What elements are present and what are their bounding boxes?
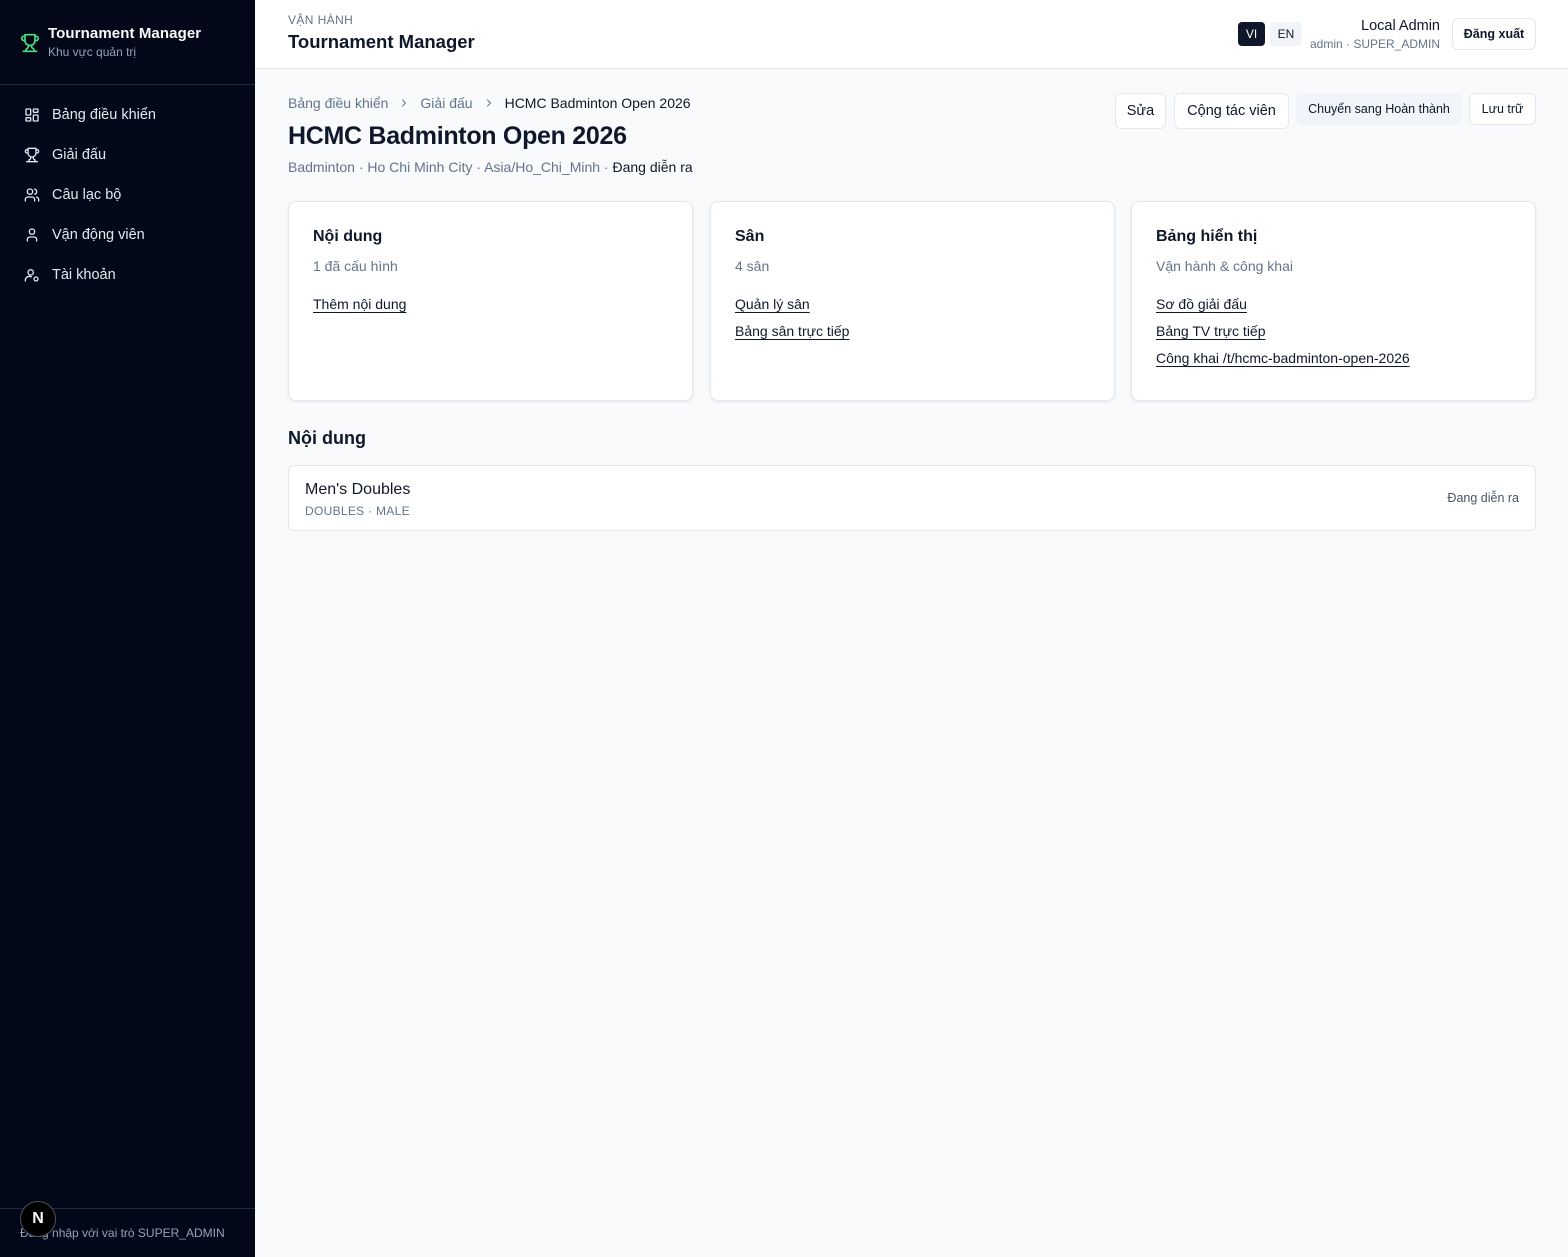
page-title: HCMC Badminton Open 2026	[288, 122, 627, 150]
sidebar-item-label: Giải đấu	[52, 147, 107, 163]
complete-button[interactable]: Chuyển sang Hoàn thành	[1296, 93, 1462, 125]
card-title: Sân	[735, 228, 765, 245]
sidebar-item-athletes[interactable]: Vận động viên	[0, 215, 255, 255]
tournament-meta: Badminton · Ho Chi Minh City · Asia/Ho_C…	[288, 159, 693, 175]
live-tv-board-link[interactable]: Bảng TV trực tiếp	[1156, 323, 1511, 339]
events-card: Nội dung 1 đã cấu hình Thêm nội dung	[288, 201, 693, 401]
meta-separator: ·	[354, 159, 368, 175]
card-title: Bảng hiển thị	[1156, 228, 1258, 245]
sidebar-item-tournaments[interactable]: Giải đấu	[0, 135, 255, 175]
sidebar-item-label: Tài khoản	[52, 267, 116, 283]
users-icon	[24, 188, 40, 202]
trophy-icon	[20, 33, 40, 53]
sidebar-item-label: Bảng điều khiển	[52, 107, 156, 123]
live-court-board-link[interactable]: Bảng sân trực tiếp	[735, 323, 1090, 339]
topbar-overline: VẬN HÀNH	[288, 13, 354, 27]
brand-title: Tournament Manager	[48, 25, 202, 42]
add-event-link[interactable]: Thêm nội dung	[313, 296, 668, 312]
meta-sport: Badminton	[288, 159, 355, 175]
displays-card: Bảng hiển thị Vận hành & công khai Sơ đồ…	[1131, 201, 1536, 401]
courts-card: Sân 4 sân Quản lý sân Bảng sân trực tiếp	[710, 201, 1115, 401]
card-subtitle: 4 sân	[735, 258, 770, 274]
meta-separator: ·	[472, 159, 485, 175]
sidebar-item-clubs[interactable]: Câu lạc bộ	[0, 175, 255, 215]
breadcrumb-tournaments[interactable]: Giải đấu	[420, 95, 472, 111]
breadcrumb-current: HCMC Badminton Open 2026	[504, 95, 691, 111]
meta-separator: ·	[600, 159, 613, 175]
trophy-icon	[24, 147, 40, 163]
main-content: Bảng điều khiển Giải đấu HCMC Badminton …	[255, 69, 1568, 1257]
card-title: Nội dung	[313, 228, 383, 245]
breadcrumb-home[interactable]: Bảng điều khiển	[288, 95, 388, 111]
brand-subtitle: Khu vực quản trị	[48, 45, 137, 59]
user-role: admin · SUPER_ADMIN	[1309, 37, 1440, 51]
event-type: DOUBLES · MALE	[305, 504, 410, 518]
status-badge: Đang diễn ra	[612, 159, 693, 175]
edit-button[interactable]: Sửa	[1115, 93, 1166, 129]
manage-courts-link[interactable]: Quản lý sân	[735, 296, 1090, 312]
user-name: Local Admin	[1361, 18, 1440, 34]
event-name: Men's Doubles	[305, 481, 411, 498]
chevron-right-icon	[402, 99, 407, 107]
dashboard-icon	[25, 108, 39, 122]
sidebar-nav: Bảng điều khiển Giải đấu Câu lạc bộ Vận …	[0, 85, 255, 295]
topbar-title: Tournament Manager	[288, 31, 475, 52]
list-item[interactable]: Men's Doubles DOUBLES · MALE Đang diễn r…	[288, 465, 1536, 531]
topbar: VẬN HÀNH Tournament Manager VI EN Local …	[255, 0, 1568, 69]
meta-timezone: Asia/Ho_Chi_Minh	[484, 159, 601, 175]
user-icon	[26, 228, 38, 242]
sidebar: Tournament Manager Khu vực quản trị Bảng…	[0, 0, 255, 1257]
breadcrumb: Bảng điều khiển Giải đấu HCMC Badminton …	[288, 95, 691, 111]
logout-button[interactable]: Đăng xuất	[1452, 18, 1536, 50]
card-subtitle: Vận hành & công khai	[1156, 258, 1293, 274]
collaborators-button[interactable]: Cộng tác viên	[1174, 93, 1289, 129]
event-status: Đang diễn ra	[1447, 491, 1519, 505]
archive-button[interactable]: Lưu trữ	[1469, 93, 1536, 125]
sidebar-item-dashboard[interactable]: Bảng điều khiển	[0, 95, 255, 135]
sidebar-item-label: Vận động viên	[52, 227, 145, 243]
brand[interactable]: Tournament Manager Khu vực quản trị	[0, 0, 255, 85]
sidebar-item-accounts[interactable]: Tài khoản	[0, 255, 255, 295]
user-cog-icon	[24, 269, 39, 282]
events-section-title: Nội dung	[288, 428, 366, 448]
card-subtitle: 1 đã cấu hình	[313, 258, 398, 274]
sidebar-item-label: Câu lạc bộ	[52, 187, 122, 203]
bracket-link[interactable]: Sơ đồ giải đấu	[1156, 296, 1511, 312]
next-dev-badge[interactable]: N	[20, 1201, 56, 1237]
chevron-right-icon	[486, 99, 491, 107]
public-page-link[interactable]: Công khai /t/hcmc-badminton-open-2026	[1156, 350, 1511, 366]
lang-vi-button[interactable]: VI	[1238, 22, 1265, 46]
lang-en-button[interactable]: EN	[1270, 22, 1302, 46]
meta-city: Ho Chi Minh City	[367, 159, 473, 175]
